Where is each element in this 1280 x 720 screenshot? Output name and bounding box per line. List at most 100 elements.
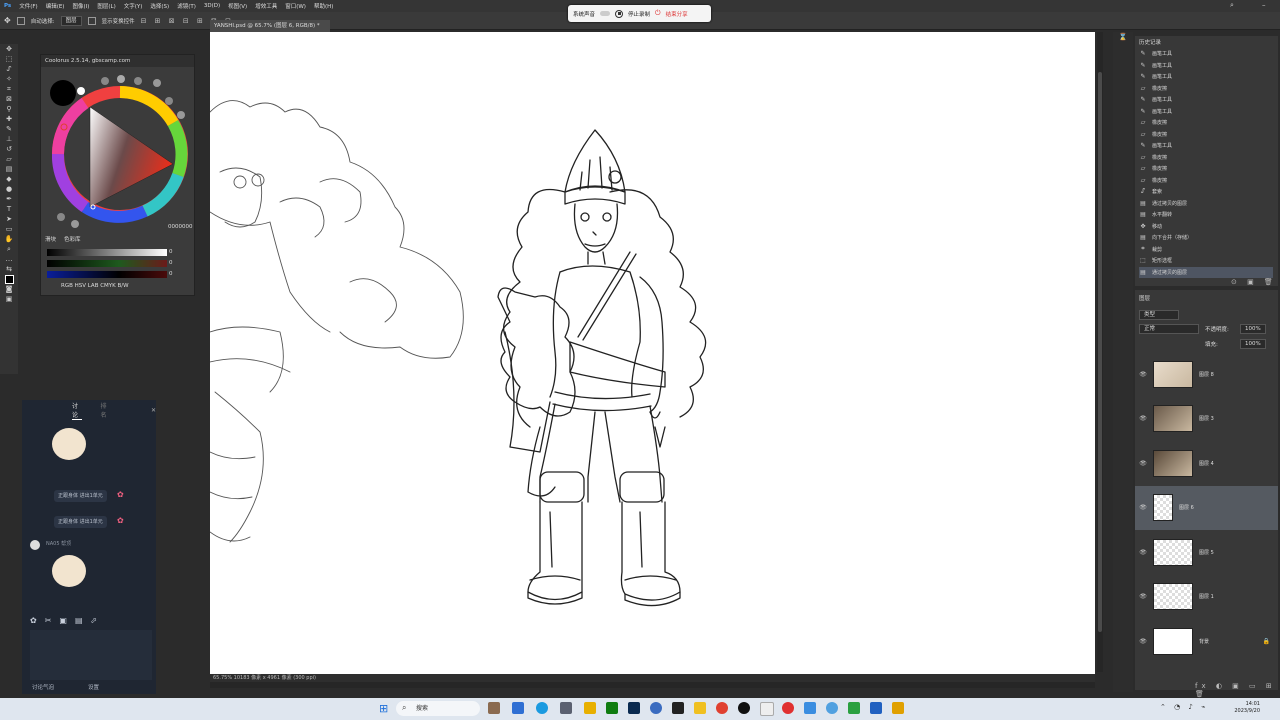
layer-row[interactable]: 👁 图层 4 xyxy=(1135,441,1278,485)
history-item[interactable]: ✎ 画笔工具 xyxy=(1139,71,1273,82)
color-swatches[interactable] xyxy=(0,274,18,284)
chat-input[interactable] xyxy=(30,630,152,680)
marquee-icon[interactable]: ⬚ xyxy=(0,54,18,64)
history-item[interactable]: ✎ 画笔工具 xyxy=(1139,140,1273,151)
brush-icon[interactable]: ✎ xyxy=(0,124,18,134)
app-icon[interactable] xyxy=(694,702,706,714)
end-share-button[interactable]: 结束分享 xyxy=(666,10,688,18)
word-icon[interactable] xyxy=(870,702,882,714)
stop-recording-button[interactable]: 停止录制 xyxy=(628,10,650,18)
hand-icon[interactable]: ✋ xyxy=(0,234,18,244)
chat-bubble-toggle[interactable]: 讨论气泡 xyxy=(32,683,54,691)
move-icon[interactable]: ✥ xyxy=(0,44,18,54)
menu-filter[interactable]: 滤镜(T) xyxy=(173,2,200,10)
menu-view[interactable]: 视图(V) xyxy=(224,2,251,10)
menu-edit[interactable]: 编辑(E) xyxy=(42,2,69,10)
path-select-icon[interactable]: ➤ xyxy=(0,214,18,224)
color-modes[interactable]: RGB HSV LAB CMYK B/W xyxy=(61,283,129,289)
app-icon[interactable] xyxy=(892,702,904,714)
menu-image[interactable]: 图像(I) xyxy=(68,2,93,10)
wechat-icon[interactable] xyxy=(848,702,860,714)
visibility-eye-icon[interactable]: 👁 xyxy=(1135,371,1151,378)
layer-row[interactable]: 👁 背景 🔒 xyxy=(1135,619,1278,663)
crop-icon[interactable]: ⌗ xyxy=(0,84,18,94)
history-panel-icon[interactable]: ⌛ xyxy=(1113,32,1133,42)
app-icon[interactable] xyxy=(738,702,750,714)
tab-swatches[interactable]: 色彩库 xyxy=(64,235,81,243)
menu-window[interactable]: 窗口(W) xyxy=(281,2,310,10)
zoom-icon[interactable]: ⌕ xyxy=(0,244,18,254)
eyedropper-icon[interactable]: ⚲ xyxy=(0,104,18,114)
visibility-eye-icon[interactable]: 👁 xyxy=(1135,549,1151,556)
document-tab[interactable]: YANSHI.psd @ 65.7% (图层 6, RGB/8) * xyxy=(210,20,330,32)
history-item[interactable]: ✎ 画笔工具 xyxy=(1139,106,1273,117)
blur-icon[interactable]: ◆ xyxy=(0,174,18,184)
gradient-icon[interactable]: ▤ xyxy=(0,164,18,174)
blend-mode-select[interactable]: 正常 xyxy=(1139,324,1199,334)
app-icon[interactable] xyxy=(826,702,838,714)
history-item[interactable]: ▤ 向下合并（存储） xyxy=(1139,232,1273,243)
layer-row[interactable]: 👁 图层 8 xyxy=(1135,352,1278,396)
system-sound-toggle[interactable] xyxy=(600,11,611,16)
layer-row[interactable]: 👁 图层 3 xyxy=(1135,397,1278,441)
history-item[interactable]: ⬚ 矩形选框 xyxy=(1139,255,1273,266)
magic-wand-icon[interactable]: ✧ xyxy=(0,74,18,84)
shape-icon[interactable]: ▭ xyxy=(0,224,18,234)
show-transform-checkbox[interactable] xyxy=(87,16,96,25)
stop-icon[interactable] xyxy=(615,9,624,18)
menu-select[interactable]: 选择(S) xyxy=(146,2,173,10)
quick-mask-icon[interactable]: ◙ xyxy=(0,284,18,294)
layers-tab[interactable]: 图层 xyxy=(1139,294,1150,302)
avatar[interactable] xyxy=(30,540,40,550)
color-wheel[interactable] xyxy=(45,69,191,234)
history-item[interactable]: ▱ 橡皮擦 xyxy=(1139,175,1273,186)
app-icon[interactable] xyxy=(804,702,816,714)
visibility-eye-icon[interactable]: 👁 xyxy=(1135,460,1151,467)
green-slider[interactable] xyxy=(47,260,167,267)
history-item[interactable]: ▱ 橡皮擦 xyxy=(1139,152,1273,163)
screen-mode-icon[interactable]: ▣ xyxy=(0,294,18,304)
horizontal-scrollbar[interactable] xyxy=(210,682,1095,688)
xbox-icon[interactable] xyxy=(606,702,618,714)
layer-kind-filter[interactable]: 类型 xyxy=(1139,310,1179,320)
history-item[interactable]: ✎ 画笔工具 xyxy=(1139,60,1273,71)
opacity-input[interactable]: 100% xyxy=(1240,324,1266,334)
history-item[interactable]: ▤ 通过拷贝的图层 xyxy=(1139,198,1273,209)
menu-file[interactable]: 文件(F) xyxy=(15,2,41,10)
windows-start-icon[interactable]: ⊞ xyxy=(379,702,388,715)
end-share-icon[interactable]: ⏻ xyxy=(655,9,661,18)
history-item[interactable]: ▱ 橡皮擦 xyxy=(1139,117,1273,128)
vertical-scrollbar[interactable] xyxy=(1097,32,1103,672)
layer-row[interactable]: 👁 图层 1 xyxy=(1135,575,1278,619)
stamp-icon[interactable]: ⊥ xyxy=(0,134,18,144)
history-tab[interactable]: 历史记录 xyxy=(1139,38,1161,46)
layer-row[interactable]: 👁 图层 6 xyxy=(1135,485,1278,530)
history-item[interactable]: ᔑ 套索 xyxy=(1139,186,1273,197)
app-icon[interactable] xyxy=(650,702,662,714)
tab-sliders[interactable]: 滑块 xyxy=(45,235,56,243)
history-actions[interactable]: ⊙ ▣ 🗑 xyxy=(1231,278,1277,286)
minimize-icon[interactable]: – xyxy=(1262,1,1266,9)
menu-plugins[interactable]: 增效工具 xyxy=(251,2,281,10)
app-icon[interactable] xyxy=(488,702,500,714)
history-item[interactable]: ▱ 橡皮擦 xyxy=(1139,163,1273,174)
photoshop-icon[interactable] xyxy=(628,702,640,714)
menu-type[interactable]: 文字(Y) xyxy=(120,2,147,10)
history-item[interactable]: ▱ 橡皮擦 xyxy=(1139,129,1273,140)
screenshot-icon[interactable]: ▤ xyxy=(75,616,83,625)
history-item[interactable]: ✎ 画笔工具 xyxy=(1139,48,1273,59)
close-icon[interactable]: ✕ xyxy=(151,407,156,414)
visibility-eye-icon[interactable]: 👁 xyxy=(1135,593,1151,600)
chrome-icon[interactable] xyxy=(716,702,728,714)
tab-rank[interactable]: 排名 xyxy=(100,401,110,419)
app-icon[interactable] xyxy=(672,702,684,714)
auto-select-checkbox[interactable] xyxy=(16,16,25,25)
emoji-icon[interactable]: ✿ xyxy=(30,616,37,625)
fill-input[interactable]: 100% xyxy=(1240,339,1266,349)
image-icon[interactable]: ▣ xyxy=(59,616,67,625)
pen-icon[interactable]: ✒ xyxy=(0,194,18,204)
history-item[interactable]: ▤ 水平翻转 xyxy=(1139,209,1273,220)
clock[interactable]: 14:01 2023/9/20 xyxy=(1234,701,1260,715)
gray-slider[interactable] xyxy=(47,249,167,256)
healing-icon[interactable]: ✚ xyxy=(0,114,18,124)
